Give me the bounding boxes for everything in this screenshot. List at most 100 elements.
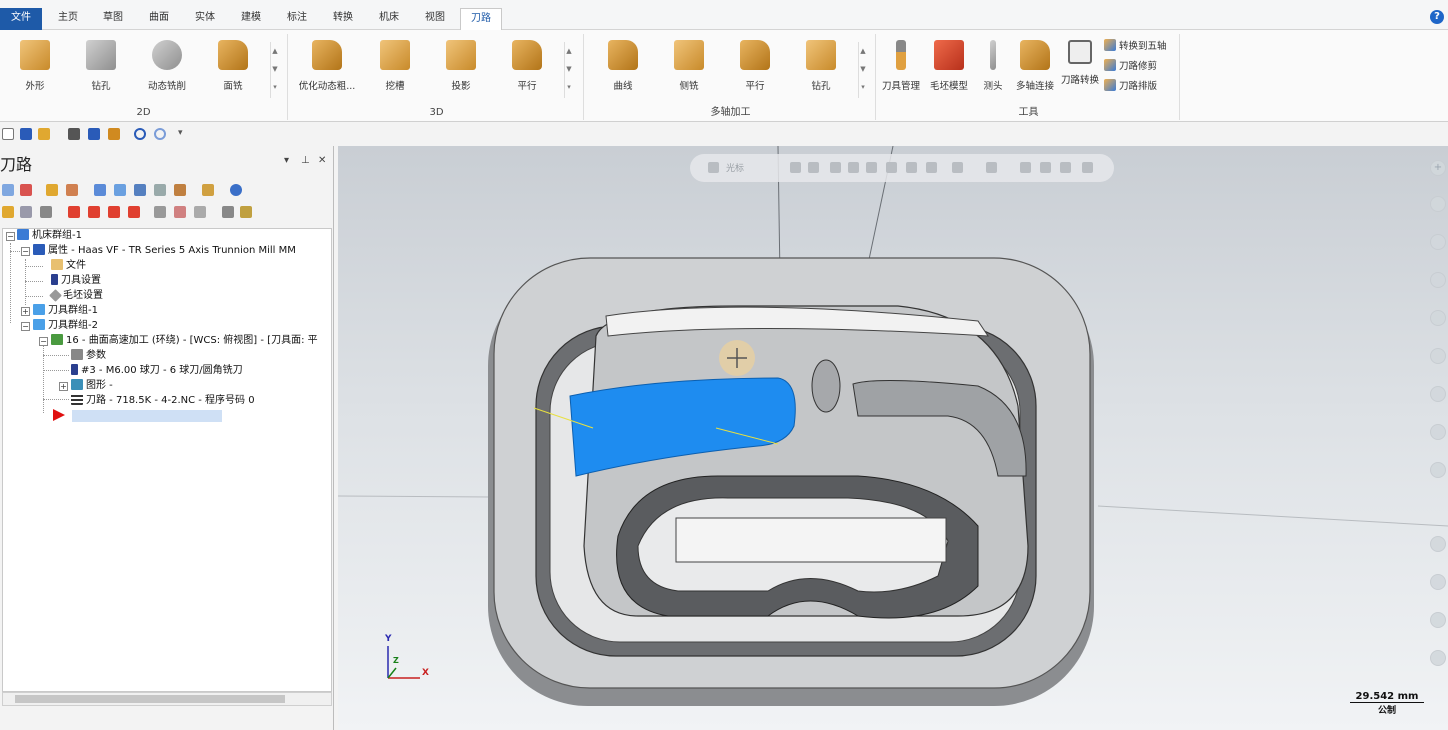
- grid-icon[interactable]: [986, 162, 997, 173]
- move-up-icon[interactable]: [88, 206, 100, 218]
- circle-icon[interactable]: [1430, 234, 1446, 250]
- pocket-button[interactable]: 挖槽: [364, 40, 426, 92]
- merge-icon[interactable]: [108, 128, 120, 140]
- tab-annotate[interactable]: 标注: [277, 8, 317, 30]
- highfeed-icon[interactable]: [202, 184, 214, 196]
- gallery-scroll-2d[interactable]: ▲ ▼ ▾: [270, 42, 279, 98]
- move-down-icon[interactable]: [68, 206, 80, 218]
- solid-select-icon[interactable]: [886, 162, 897, 173]
- tree-horizontal-scrollbar[interactable]: [2, 692, 332, 706]
- tab-toolpaths[interactable]: 刀路: [460, 8, 502, 30]
- probe-button[interactable]: 测头: [972, 40, 1014, 92]
- help-icon[interactable]: ?: [1430, 10, 1444, 24]
- body-select-icon[interactable]: [926, 162, 937, 173]
- window-select-icon[interactable]: [848, 162, 859, 173]
- scroll-arrow-icon[interactable]: [128, 206, 140, 218]
- panel-menu-icon[interactable]: ▾: [284, 155, 289, 166]
- parallel-multi-button[interactable]: 平行: [724, 40, 786, 92]
- toggle-post-icon[interactable]: [40, 206, 52, 218]
- tab-transform[interactable]: 转换: [323, 8, 363, 30]
- view-icon[interactable]: [1430, 650, 1446, 666]
- tree-node-tool-group-2[interactable]: 刀具群组-2: [33, 319, 98, 333]
- lock-view-icon[interactable]: [708, 162, 719, 173]
- drill-2d-button[interactable]: 钻孔: [70, 40, 132, 92]
- verify-select-icon[interactable]: [952, 162, 963, 173]
- expand-properties[interactable]: −: [21, 247, 30, 256]
- trim-toolpath-button[interactable]: 刀路修剪: [1104, 58, 1157, 72]
- expand-geometry[interactable]: +: [59, 382, 68, 391]
- tab-home[interactable]: 主页: [48, 8, 88, 30]
- wireframe-icon[interactable]: [1020, 162, 1031, 173]
- tab-machine[interactable]: 机床: [369, 8, 409, 30]
- nesting-button[interactable]: 刀路排版: [1104, 78, 1157, 92]
- tree-node-geometry[interactable]: 图形 -: [71, 379, 113, 393]
- g1-icon[interactable]: [154, 184, 166, 196]
- chain-icon[interactable]: [866, 162, 877, 173]
- plane-icon[interactable]: [1430, 612, 1446, 628]
- display-toggle-icon[interactable]: [174, 206, 186, 218]
- distance-icon[interactable]: [1430, 348, 1446, 364]
- expand-root[interactable]: −: [6, 232, 15, 241]
- layer-icon[interactable]: [1430, 536, 1446, 552]
- open-folder-icon[interactable]: [38, 128, 50, 140]
- face-select-icon[interactable]: [906, 162, 917, 173]
- verify-icon[interactable]: [114, 184, 126, 196]
- face-mill-button[interactable]: 面铣: [202, 40, 264, 92]
- display-selected-icon[interactable]: [154, 206, 166, 218]
- tool-info-icon[interactable]: [222, 206, 234, 218]
- contour-button[interactable]: 外形: [4, 40, 66, 92]
- tangent-icon[interactable]: [1430, 310, 1446, 326]
- customize-qat-icon[interactable]: ▾: [178, 128, 186, 140]
- tree-node-properties[interactable]: 属性 - Haas VF - TR Series 5 Axis Trunnion…: [33, 244, 296, 258]
- convert-to-5axis-button[interactable]: 转换到五轴: [1104, 38, 1167, 52]
- save-as-icon[interactable]: [88, 128, 100, 140]
- tree-node-tool[interactable]: #3 - M6.00 球刀 - 6 球刀/圆角铣刀: [71, 364, 243, 378]
- tool-manager-button[interactable]: 刀具管理: [874, 40, 928, 92]
- deselect-icon[interactable]: [66, 184, 78, 196]
- chamfer-icon[interactable]: [1430, 462, 1446, 478]
- tree-node-tool-settings[interactable]: 刀具设置: [51, 274, 101, 288]
- level-icon[interactable]: [1430, 574, 1446, 590]
- snap-icon[interactable]: [790, 162, 801, 173]
- config-icon[interactable]: [194, 206, 206, 218]
- measure-icon[interactable]: [1430, 196, 1446, 212]
- tab-file[interactable]: 文件: [0, 8, 42, 30]
- clear-icon[interactable]: [1082, 162, 1093, 173]
- tab-sketch[interactable]: 草图: [93, 8, 133, 30]
- pin-icon[interactable]: ⊥: [301, 155, 310, 166]
- tree-node-machine-group[interactable]: 机床群组-1: [17, 229, 82, 243]
- insert-position-row[interactable]: [53, 409, 223, 423]
- toolpath-transform-button[interactable]: 刀路转换: [1056, 40, 1104, 86]
- simulate-icon[interactable]: [134, 184, 146, 196]
- quick-mask-icon[interactable]: [1040, 162, 1051, 173]
- insert-arrow-icon[interactable]: [108, 206, 120, 218]
- lock-icon[interactable]: [2, 206, 14, 218]
- tab-view[interactable]: 视图: [415, 8, 455, 30]
- arc-icon[interactable]: [1430, 272, 1446, 288]
- graphics-viewport[interactable]: 光标 + Y Z X 29.542 mm 公制: [338, 146, 1448, 730]
- close-icon[interactable]: ✕: [318, 155, 326, 166]
- tree-node-operation[interactable]: 16 - 曲面高速加工 (环绕) - [WCS: 俯视图] - [刀具面: 平: [51, 334, 318, 348]
- add-icon[interactable]: +: [1430, 160, 1446, 176]
- curve-button[interactable]: 曲线: [592, 40, 654, 92]
- regen-dirty-icon[interactable]: [46, 184, 58, 196]
- project-button[interactable]: 投影: [430, 40, 492, 92]
- tree-node-toolpath[interactable]: 刀路 - 718.5K - 4-2.NC - 程序号码 0: [71, 394, 255, 408]
- redo-icon[interactable]: [154, 128, 166, 140]
- expand-operation[interactable]: −: [39, 337, 48, 346]
- select-all-ops-icon[interactable]: [2, 184, 14, 196]
- dynamic-mill-button[interactable]: 动态铣削: [136, 40, 198, 92]
- toolpath-tree[interactable]: − 机床群组-1 − 属性 - Haas VF - TR Series 5 Ax…: [2, 228, 332, 692]
- drill-multi-button[interactable]: 钻孔: [790, 40, 852, 92]
- tree-node-stock-settings[interactable]: 毛坯设置: [49, 289, 103, 303]
- settings-icon[interactable]: [240, 206, 252, 218]
- toggle-display-icon[interactable]: [20, 206, 32, 218]
- trim-tool-icon[interactable]: [1430, 386, 1446, 402]
- new-file-icon[interactable]: [2, 128, 14, 140]
- tab-solid[interactable]: 实体: [185, 8, 225, 30]
- gallery-scroll-3d[interactable]: ▲ ▼ ▾: [564, 42, 573, 98]
- post-icon[interactable]: [174, 184, 186, 196]
- tree-node-files[interactable]: 文件: [51, 259, 86, 273]
- backplot-icon[interactable]: [94, 184, 106, 196]
- expand-tool-group-1[interactable]: +: [21, 307, 30, 316]
